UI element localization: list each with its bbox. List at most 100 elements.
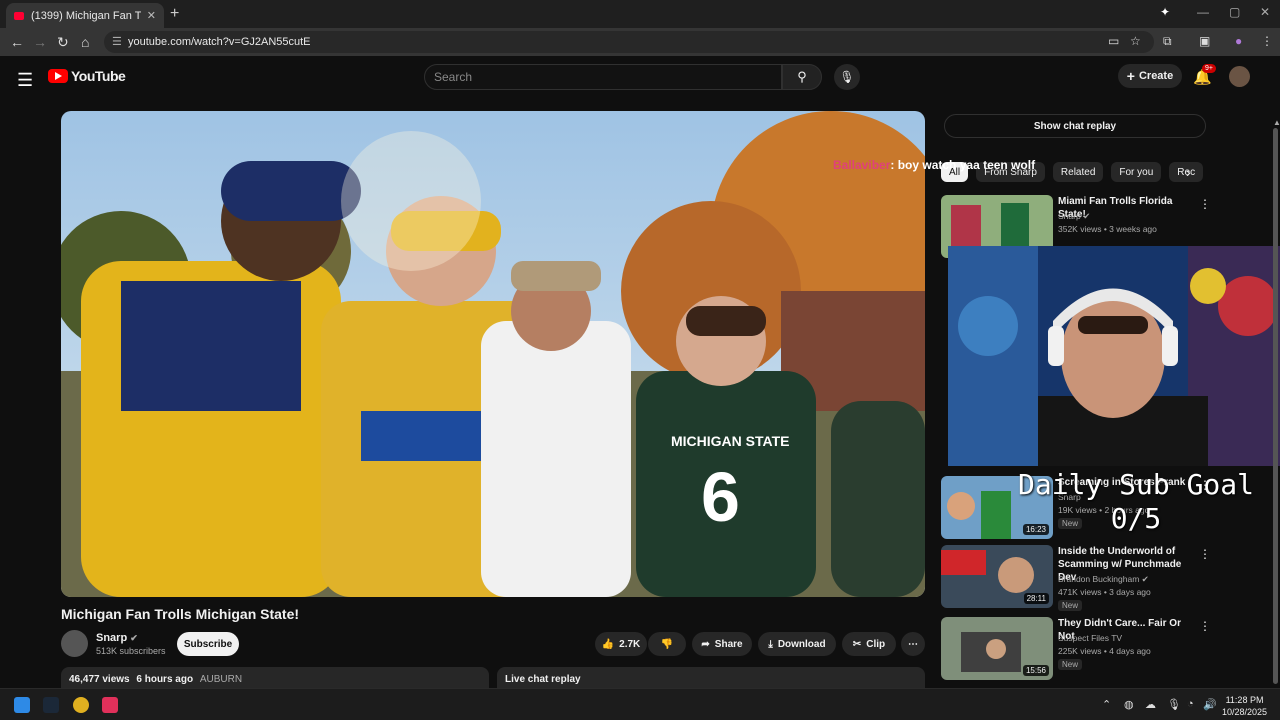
wifi-icon[interactable]: ◔ [1187, 698, 1194, 710]
video-duration: 28:11 [1023, 593, 1049, 604]
back-icon[interactable]: ← [10, 34, 24, 50]
channel-name[interactable]: Suspect Files TV [1058, 633, 1122, 643]
steam-icon[interactable] [43, 697, 59, 713]
logo-text: YouTube [71, 68, 126, 84]
user-avatar[interactable] [1229, 66, 1250, 87]
video-frame: MICHIGAN STATE 6 [61, 111, 925, 597]
create-label: Create [1138, 70, 1174, 82]
profile-icon[interactable]: ● [1235, 34, 1242, 48]
video-meta: 352K views • 3 weeks ago [1058, 224, 1157, 234]
video-title: Michigan Fan Trolls Michigan State! [61, 606, 300, 622]
description-box[interactable]: 46,477 views 6 hours ago AUBURN [61, 667, 489, 688]
url-text: youtube.com/watch?v=GJ2AN55cutE [128, 36, 311, 48]
browser-tab-strip: (1399) Michigan Fan Trolls Mic ✕ + ✦ — ▢… [0, 0, 1280, 28]
search-icon: ⚲ [797, 69, 807, 84]
new-tab-button[interactable]: + [170, 5, 179, 23]
browser-tab[interactable]: (1399) Michigan Fan Trolls Mic ✕ [6, 3, 164, 28]
home-icon[interactable]: ⌂ [81, 34, 89, 50]
more-horizontal-icon: ⋯ [908, 638, 918, 650]
more-options-icon[interactable]: ⋮ [1199, 619, 1211, 633]
chrome-icon[interactable] [73, 697, 89, 713]
chip-for-you[interactable]: For you [1111, 162, 1162, 182]
channel-name[interactable]: Snarp ✔ [1058, 211, 1090, 222]
address-bar[interactable]: ☰ youtube.com/watch?v=GJ2AN55cutE [104, 31, 1154, 53]
sub-goal-label: Daily Sub Goal [1018, 468, 1255, 501]
cast-icon[interactable]: ▭ [1108, 34, 1119, 48]
scrollbar-thumb[interactable] [1273, 128, 1278, 684]
video-meta: 225K views • 4 days ago [1058, 646, 1151, 656]
channel-avatar[interactable] [61, 630, 88, 657]
microphone-icon: 🎙 [839, 70, 855, 84]
view-count: 46,477 views [69, 674, 130, 685]
youtube-logo[interactable]: YouTube [48, 68, 126, 84]
svg-text:6: 6 [701, 458, 740, 536]
minimize-icon[interactable]: — [1197, 5, 1209, 19]
download-icon: ⤓ [768, 638, 773, 650]
video-thumbnail[interactable]: 15:56 [941, 617, 1053, 680]
microphone-tray-icon[interactable]: 🎙 [1167, 698, 1181, 711]
upload-time: 6 hours ago [136, 674, 194, 685]
scroll-up-icon[interactable]: ▲ [1273, 118, 1280, 127]
thumbs-down-icon: 👎 [660, 638, 674, 650]
list-item[interactable]: 15:56 They Didn't Care... Fair Or Not Su… [941, 617, 1271, 681]
notifications-badge: 9+ [1202, 64, 1216, 73]
close-tab-icon[interactable]: ✕ [147, 9, 156, 22]
more-options-icon[interactable]: ⋮ [1199, 547, 1211, 561]
windows-start-icon[interactable] [14, 697, 30, 713]
chevron-right-icon[interactable]: › [1186, 164, 1191, 180]
voice-search-button[interactable]: 🎙 [834, 64, 860, 90]
maximize-icon[interactable]: ▢ [1229, 5, 1240, 19]
extensions-icon[interactable]: ⧉ [1163, 34, 1172, 49]
search-input[interactable]: Search [424, 64, 782, 90]
youtube-favicon-icon [14, 11, 24, 20]
page-scrollbar[interactable]: ▲ [1271, 116, 1280, 688]
youtube-page: ☰ YouTube Search ⚲ 🎙 + Create 🔔 9+ MICHI… [0, 56, 1280, 688]
verified-icon: ✔ [1141, 574, 1149, 584]
share-label: Share [714, 638, 743, 650]
channel-name[interactable]: Brandon Buckingham ✔ [1058, 574, 1149, 585]
create-button[interactable]: + Create [1118, 64, 1182, 88]
like-button[interactable]: 👍 2.7K [595, 632, 647, 656]
new-badge: New [1058, 600, 1083, 611]
gemini-sparkle-icon[interactable]: ✦ [1160, 5, 1170, 19]
youtube-play-icon [48, 69, 68, 83]
subscribe-button[interactable]: Subscribe [177, 632, 239, 656]
search-button[interactable]: ⚲ [782, 64, 822, 90]
onedrive-icon[interactable]: ☁ [1145, 698, 1156, 711]
channel-name[interactable]: Snarp ✔ [96, 632, 138, 644]
clip-button[interactable]: ✂ Clip [842, 632, 896, 656]
hamburger-menu-icon[interactable]: ☰ [17, 70, 33, 91]
menu-kebab-icon[interactable]: ⋮ [1261, 34, 1273, 48]
system-clock[interactable]: 11:28 PM 10/28/2025 [1222, 694, 1267, 718]
video-thumbnail[interactable]: 28:11 [941, 545, 1053, 608]
sub-goal-overlay: Daily Sub Goal 0/5 [1018, 468, 1254, 536]
tray-overflow-icon[interactable]: ⌃ [1102, 698, 1111, 711]
hashtag[interactable]: AUBURN [200, 674, 242, 685]
share-button[interactable]: ➦ Share [692, 632, 752, 656]
bookmark-star-icon[interactable]: ☆ [1130, 34, 1141, 48]
app-icon[interactable] [102, 697, 118, 713]
reload-icon[interactable]: ↻ [57, 34, 69, 51]
clock-date: 10/28/2025 [1222, 707, 1268, 717]
tab-title: (1399) Michigan Fan Trolls Mic [31, 9, 141, 22]
list-item[interactable]: 28:11 Inside the Underworld of Scamming … [941, 545, 1271, 611]
tab-search-icon[interactable]: ▣ [1199, 34, 1210, 48]
dislike-button[interactable]: 👎 [648, 632, 686, 656]
forward-icon[interactable]: → [33, 34, 47, 50]
browser-toolbar: ← → ↻ ⌂ ☰ youtube.com/watch?v=GJ2AN55cut… [0, 28, 1280, 56]
verified-icon: ✔ [130, 633, 138, 643]
clock-time: 11:28 PM [1225, 695, 1264, 705]
volume-icon[interactable]: 🔊 [1203, 698, 1217, 711]
live-chat-replay-panel[interactable]: Live chat replay [497, 667, 925, 688]
chip-related[interactable]: Related [1052, 162, 1104, 182]
thumbs-up-icon: 👍 [601, 638, 615, 650]
show-chat-replay-button[interactable]: Show chat replay [944, 114, 1206, 138]
tray-app-icon[interactable]: ◍ [1124, 698, 1134, 711]
site-settings-icon[interactable]: ☰ [112, 35, 122, 48]
video-player[interactable]: MICHIGAN STATE 6 [61, 111, 925, 597]
close-window-icon[interactable]: ✕ [1260, 5, 1270, 19]
download-button[interactable]: ⤓ Download [758, 632, 836, 656]
more-options-icon[interactable]: ⋮ [1199, 197, 1211, 211]
more-actions-button[interactable]: ⋯ [901, 632, 925, 656]
chat-message: : boy watch yaa teen wolf [890, 158, 1036, 172]
